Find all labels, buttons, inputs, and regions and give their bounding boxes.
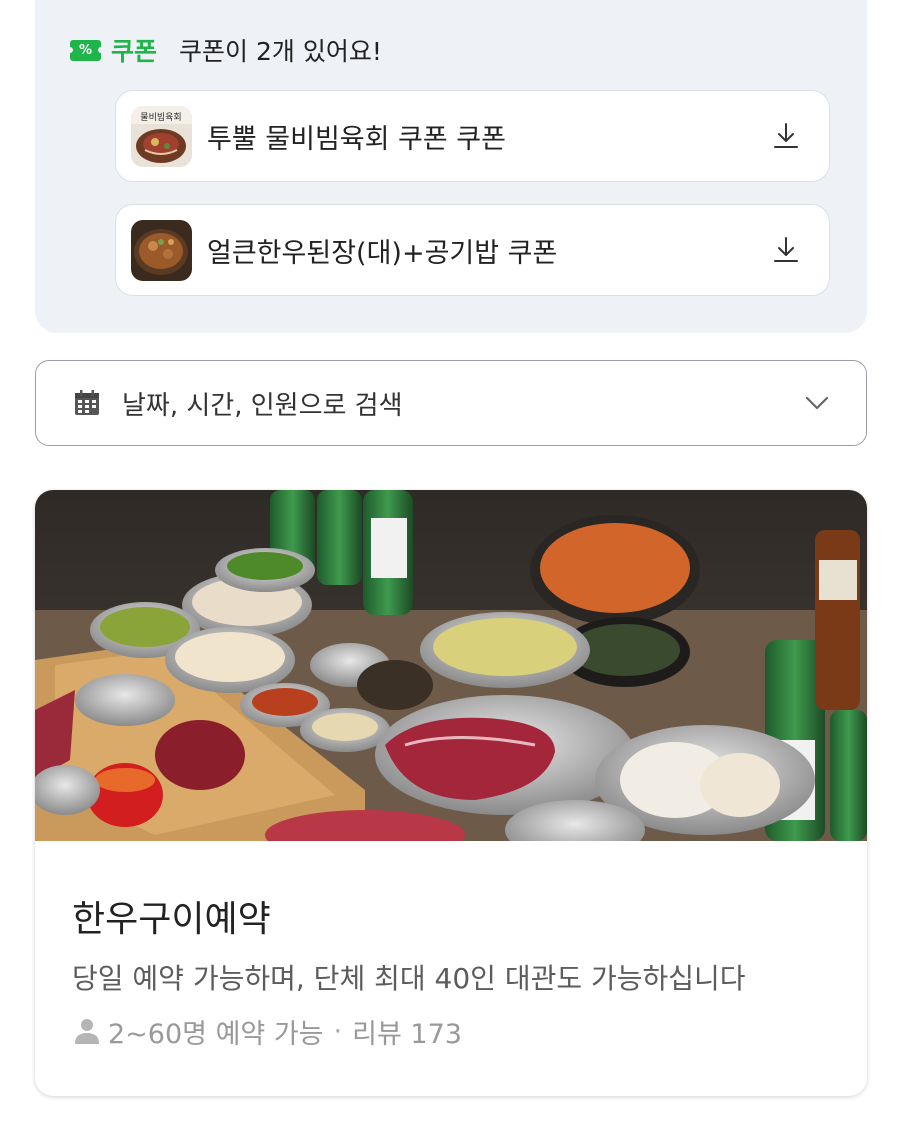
korean-bbq-table-photo <box>35 490 867 841</box>
person-icon <box>75 1019 99 1044</box>
coupon-ticket-icon: % <box>67 39 104 61</box>
reservation-search-dropdown[interactable]: 날짜, 시간, 인원으로 검색 <box>35 360 867 446</box>
restaurant-title: 한우구이예약 <box>72 899 271 940</box>
coupon-item-doenjang[interactable]: 얼큰한우된장(대)+공기밥 쿠폰 <box>115 204 830 296</box>
reservation-card[interactable]: 한우구이예약 당일 예약 가능하며, 단체 최대 40인 대관도 가능하십니다 … <box>35 490 867 1096</box>
stew-thumbnail <box>131 219 192 281</box>
review-count[interactable]: 리뷰 173 <box>352 1012 462 1051</box>
search-label: 날짜, 시간, 인원으로 검색 <box>122 390 403 421</box>
calendar-icon <box>75 390 99 415</box>
coupon-item-yukhoe[interactable]: 물비빔육회 투뿔 물비빔육회 쿠폰 쿠폰 <box>115 90 830 182</box>
restaurant-description: 당일 예약 가능하며, 단체 최대 40인 대관도 가능하십니다 <box>72 962 746 995</box>
coupon-count-text: 쿠폰이 2개 있어요! <box>179 37 382 66</box>
svg-text:물비빔육회: 물비빔육회 <box>140 112 181 123</box>
capacity-text: 2~60명 예약 가능 <box>108 1018 324 1050</box>
yukhoe-thumbnail: 물비빔육회 <box>131 105 192 167</box>
coupon-header: % 쿠폰 쿠폰이 2개 있어요! <box>67 30 382 70</box>
separator-dot: · <box>333 1015 343 1047</box>
coupon-item-label: 투뿔 물비빔육회 쿠폰 쿠폰 <box>207 123 506 155</box>
coupon-item-label: 얼큰한우된장(대)+공기밥 쿠폰 <box>207 237 558 269</box>
chevron-down-icon[interactable] <box>802 388 832 418</box>
download-icon[interactable] <box>769 233 803 267</box>
download-icon[interactable] <box>769 119 803 153</box>
reservation-meta: 2~60명 예약 가능 · 리뷰 173 <box>72 1012 462 1051</box>
coupon-tag: 쿠폰 <box>111 37 158 66</box>
